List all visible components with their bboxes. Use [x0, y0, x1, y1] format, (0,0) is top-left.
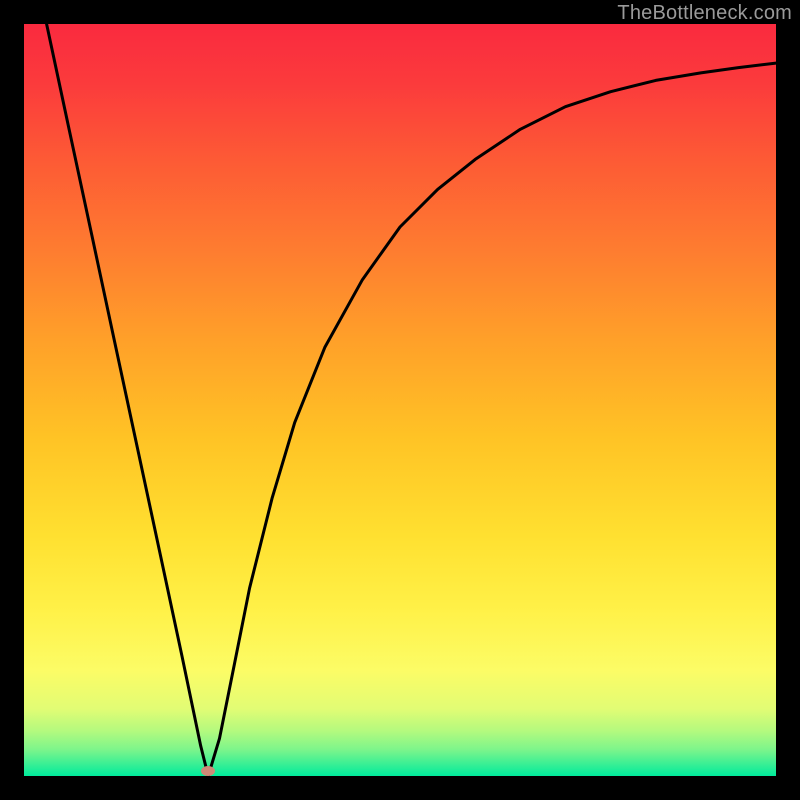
chart-frame: TheBottleneck.com	[0, 0, 800, 800]
optimal-point-marker	[201, 766, 215, 776]
plot-area	[24, 24, 776, 776]
bottleneck-curve	[24, 24, 776, 776]
watermark-text: TheBottleneck.com	[617, 2, 792, 25]
curve-path	[47, 24, 776, 776]
